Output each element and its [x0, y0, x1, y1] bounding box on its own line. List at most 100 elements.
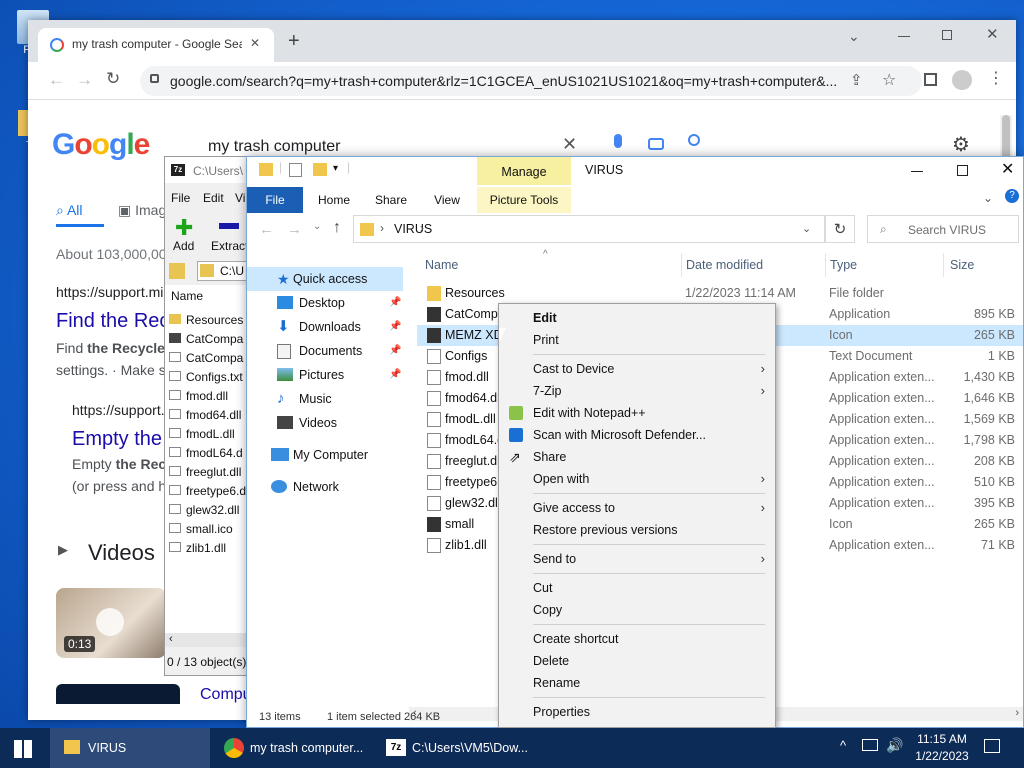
nav-downloads[interactable]: ⬇ Downloads 📌: [247, 315, 403, 339]
list-item[interactable]: fmod64.dll: [169, 406, 247, 425]
address-bar[interactable]: › VIRUS › ⌄: [353, 215, 825, 243]
menu-item-7zip[interactable]: 7-Zip ›: [499, 380, 775, 402]
back-icon[interactable]: ←: [48, 70, 65, 90]
ribbon-tab-share[interactable]: Share: [367, 187, 415, 213]
notification-center-icon[interactable]: [984, 739, 1000, 753]
nav-my-computer[interactable]: My Computer: [247, 443, 403, 467]
7zip-menu-file[interactable]: File: [171, 191, 190, 205]
nav-desktop[interactable]: Desktop 📌: [247, 291, 403, 315]
file-row[interactable]: Resources 1/22/2023 11:14 AM File folder: [417, 283, 1023, 304]
pin-icon[interactable]: 📌: [389, 363, 401, 387]
up-folder-icon[interactable]: [169, 263, 185, 279]
column-header-name[interactable]: Name: [425, 253, 458, 277]
list-item[interactable]: Configs.txt: [169, 368, 247, 387]
breadcrumb-virus[interactable]: VIRUS: [394, 222, 432, 236]
menu-item-open-with[interactable]: Open with ›: [499, 468, 775, 490]
close-icon[interactable]: ✕: [1001, 159, 1014, 179]
list-item[interactable]: Resources: [169, 311, 247, 330]
tab-close-icon[interactable]: ✕: [250, 36, 260, 50]
ribbon-tab-view[interactable]: View: [423, 187, 471, 213]
column-header-type[interactable]: Type: [825, 253, 857, 277]
maximize-icon[interactable]: [942, 30, 952, 40]
menu-dots-icon[interactable]: ⋮: [988, 68, 1004, 88]
menu-item-rename[interactable]: Rename: [499, 672, 775, 694]
breadcrumb-chevron-icon[interactable]: ›: [420, 221, 424, 235]
windows-start-icon[interactable]: [14, 740, 32, 758]
tab-search-icon[interactable]: ⌄: [848, 28, 860, 45]
pin-icon[interactable]: 📌: [389, 339, 401, 363]
menu-item-copy[interactable]: Copy: [499, 599, 775, 621]
help-icon[interactable]: ?: [1005, 189, 1019, 203]
share-icon[interactable]: ⇪: [850, 71, 863, 89]
breadcrumb-chevron-icon[interactable]: ›: [380, 221, 384, 235]
close-icon[interactable]: ✕: [986, 25, 999, 43]
list-item[interactable]: fmodL.dll: [169, 425, 247, 444]
nav-network[interactable]: Network: [247, 475, 403, 499]
list-item[interactable]: CatCompa: [169, 349, 247, 368]
menu-item-cut[interactable]: Cut: [499, 577, 775, 599]
video-thumbnail[interactable]: [56, 684, 180, 704]
clock-time[interactable]: 11:15 AM: [912, 732, 972, 746]
refresh-icon[interactable]: ↻: [825, 215, 855, 243]
search-field[interactable]: ⌕ Search VIRUS: [867, 215, 1019, 243]
result-title[interactable]: Empty the: [72, 428, 162, 451]
list-item[interactable]: fmod.dll: [169, 387, 247, 406]
minimize-icon[interactable]: [911, 171, 923, 172]
back-icon[interactable]: ←: [259, 221, 274, 238]
result-title[interactable]: Find the Rec: [56, 310, 169, 333]
list-item[interactable]: small.ico: [169, 520, 247, 539]
column-header-date[interactable]: Date modified: [681, 253, 763, 277]
taskbar-explorer[interactable]: VIRUS: [50, 728, 210, 768]
voice-search-icon[interactable]: [614, 134, 622, 148]
extract-button[interactable]: Extract: [211, 239, 248, 253]
omnibox[interactable]: google.com/search?q=my+trash+computer&rl…: [140, 66, 922, 96]
network-icon[interactable]: [862, 739, 878, 751]
extract-minus-icon[interactable]: [219, 223, 239, 229]
settings-gear-icon[interactable]: ⚙: [952, 132, 970, 157]
profile-avatar-icon[interactable]: [952, 70, 972, 90]
menu-item-restore-versions[interactable]: Restore previous versions: [499, 519, 775, 541]
properties-qat-icon[interactable]: [289, 163, 302, 177]
nav-music[interactable]: ♪ Music: [247, 387, 403, 411]
scroll-right-icon[interactable]: ›: [1015, 707, 1019, 719]
forward-icon[interactable]: →: [76, 70, 93, 90]
list-item[interactable]: fmodL64.d: [169, 444, 247, 463]
column-header-size[interactable]: Size: [943, 253, 974, 277]
list-item[interactable]: freeglut.dll: [169, 463, 247, 482]
minimize-icon[interactable]: [898, 36, 910, 37]
pin-icon[interactable]: 📌: [389, 315, 401, 339]
volume-icon[interactable]: 🔊: [886, 737, 903, 754]
bookmark-star-icon[interactable]: ☆: [882, 70, 896, 90]
search-icon[interactable]: [688, 134, 700, 146]
result-url[interactable]: https://support.mi: [56, 284, 163, 300]
menu-item-create-shortcut[interactable]: Create shortcut: [499, 628, 775, 650]
menu-item-edit-notepad[interactable]: Edit with Notepad++: [499, 402, 775, 424]
nav-pictures[interactable]: Pictures 📌: [247, 363, 403, 387]
menu-item-give-access[interactable]: Give access to ›: [499, 497, 775, 519]
menu-item-edit[interactable]: Edit: [499, 307, 775, 329]
7zip-path-field[interactable]: C:\U: [197, 261, 247, 281]
menu-item-properties[interactable]: Properties: [499, 701, 775, 723]
video-thumbnail[interactable]: 0:13: [56, 588, 166, 658]
list-item[interactable]: zlib1.dll: [169, 539, 247, 558]
chrome-tab[interactable]: my trash computer - Google Search ✕: [38, 28, 274, 62]
menu-item-delete[interactable]: Delete: [499, 650, 775, 672]
add-plus-icon[interactable]: ✚: [175, 215, 193, 241]
pin-icon[interactable]: 📌: [389, 291, 401, 315]
ribbon-expand-icon[interactable]: ⌄: [983, 191, 993, 205]
scroll-left-icon[interactable]: ‹: [169, 633, 173, 645]
list-item[interactable]: glew32.dll: [169, 501, 247, 520]
ribbon-tab-picture-tools[interactable]: Picture Tools: [477, 187, 571, 213]
show-hidden-icons-icon[interactable]: ^: [840, 738, 846, 753]
nav-quick-access[interactable]: ★ Quick access: [247, 267, 403, 291]
clear-search-icon[interactable]: ✕: [562, 134, 577, 155]
menu-item-share[interactable]: ⇗ Share: [499, 446, 775, 468]
list-item[interactable]: freetype6.d: [169, 482, 247, 501]
forward-icon[interactable]: →: [287, 221, 302, 238]
add-button[interactable]: Add: [173, 239, 194, 253]
up-icon[interactable]: ↑: [333, 219, 341, 237]
new-tab-button[interactable]: +: [288, 30, 300, 53]
nav-videos[interactable]: Videos: [247, 411, 403, 435]
result-url[interactable]: https://support.: [72, 402, 165, 418]
list-item[interactable]: CatCompa: [169, 330, 247, 349]
